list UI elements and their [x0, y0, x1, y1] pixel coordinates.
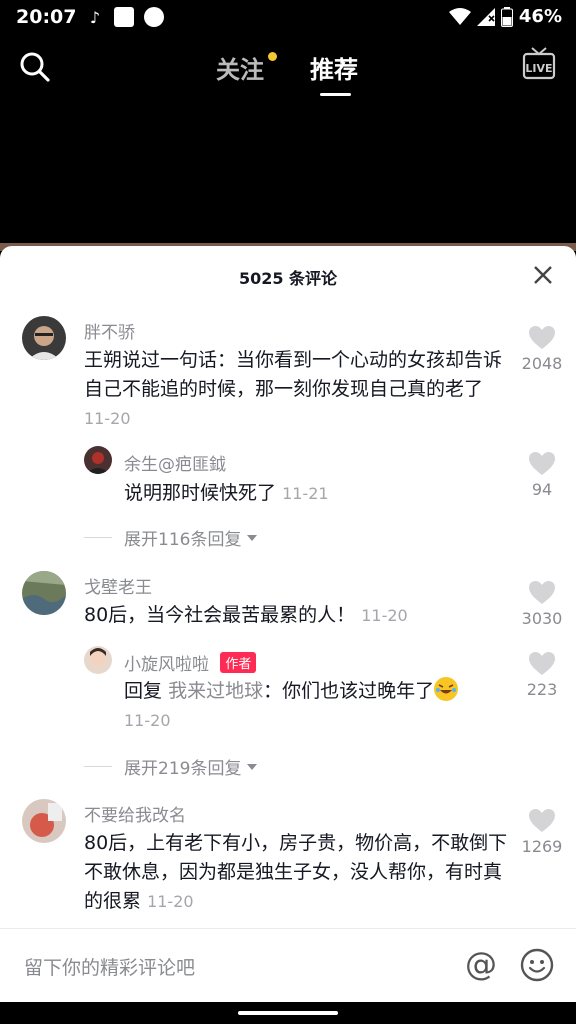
comment-date: 11-21	[282, 484, 329, 503]
comment-text: 说明那时候快死了 11-21	[124, 479, 514, 508]
system-nav-bar	[0, 1002, 576, 1024]
like-count: 94	[531, 480, 553, 499]
expand-label: 展开116条回复	[124, 530, 242, 550]
avatar[interactable]	[22, 571, 66, 615]
close-icon	[534, 266, 552, 284]
smiley-icon	[520, 948, 554, 982]
comment-date: 11-20	[84, 409, 131, 428]
status-bar: 20:07 ♪ 46%	[0, 0, 576, 36]
heart-icon	[529, 581, 555, 604]
like-button[interactable]: 1269	[518, 809, 566, 856]
at-icon: @	[465, 945, 497, 983]
comment-body: 80后，当今社会最苦最累的人！	[84, 604, 356, 626]
system-icons: 46%	[448, 6, 562, 27]
wifi-icon	[448, 7, 471, 25]
heart-icon	[529, 326, 555, 349]
top-nav: 关注 推荐 LIVE	[0, 40, 576, 100]
comment-date: 11-20	[124, 711, 171, 730]
record-icon	[144, 7, 164, 27]
avatar[interactable]	[22, 316, 66, 360]
signal-icon	[476, 7, 495, 26]
avatar[interactable]	[84, 446, 112, 474]
chevron-down-icon	[247, 763, 258, 770]
app-notification-icon	[114, 7, 134, 27]
comment-username[interactable]: 戈壁老王	[84, 573, 152, 598]
notification-icons: ♪	[86, 7, 164, 27]
author-badge: 作者	[220, 652, 257, 673]
comment-date: 11-20	[147, 892, 194, 911]
comment-username[interactable]: 余生@疤匪鉞	[124, 450, 226, 475]
new-content-dot	[268, 52, 277, 61]
like-button[interactable]: 94	[518, 452, 566, 499]
comment-body: 王朔说过一句话：当你看到一个心动的女孩却告诉自己不能追的时候，那一刻你发现自己真…	[84, 349, 503, 400]
active-tab-indicator	[320, 93, 351, 96]
search-button[interactable]	[18, 50, 54, 86]
comment-input[interactable]: 留下你的精彩评论吧	[24, 953, 195, 980]
heart-icon	[529, 809, 555, 832]
laughing-emoji-icon	[434, 677, 459, 701]
heart-icon	[529, 452, 555, 475]
live-icon: LIVE	[522, 47, 556, 80]
reply-prefix: 回复	[124, 680, 163, 702]
comment-text: 80后，上有老下有小，房子贵，物价高，不敢倒下不敢休息，因为都是独生子女，没人帮…	[84, 829, 514, 916]
chevron-down-icon	[247, 534, 258, 541]
heart-icon	[529, 652, 555, 675]
home-indicator[interactable]	[238, 1011, 338, 1015]
expand-replies-button[interactable]: 展开116条回复	[84, 525, 258, 550]
status-time: 20:07	[16, 6, 77, 28]
svg-text:LIVE: LIVE	[525, 62, 552, 75]
tab-follow[interactable]: 关注	[216, 50, 264, 85]
emoji-button[interactable]	[519, 947, 555, 983]
close-button[interactable]	[532, 264, 554, 286]
expand-replies-button[interactable]: 展开219条回复	[84, 754, 258, 779]
reply-target-user[interactable]: 我来过地球	[168, 680, 263, 702]
live-button[interactable]: LIVE	[522, 46, 556, 82]
tab-recommend[interactable]: 推荐	[310, 50, 358, 85]
battery-percent: 46%	[518, 6, 562, 27]
tiktok-icon: ♪	[89, 7, 101, 27]
comment-username[interactable]: 不要给我改名	[84, 801, 186, 826]
search-icon	[20, 52, 50, 82]
comment-text: 回复 我来过地球：你们也该过晚年了 11-20	[124, 677, 514, 735]
comment-text: 80后，当今社会最苦最累的人！ 11-20	[84, 601, 514, 630]
divider	[84, 537, 112, 538]
comment-username[interactable]: 胖不骄	[84, 318, 135, 343]
like-count: 223	[526, 680, 558, 699]
author-username[interactable]: 小旋风啦啦	[124, 655, 209, 675]
expand-label: 展开219条回复	[124, 759, 242, 779]
like-button[interactable]: 3030	[518, 581, 566, 628]
like-button[interactable]: 2048	[518, 326, 566, 373]
comment-sheet: 5025 条评论 胖不骄 王朔说过一句话：当你看到一个心动的女孩却告诉自己不能追…	[0, 246, 576, 1001]
comment-body: ：你们也该过晚年了	[263, 680, 435, 702]
divider	[84, 766, 112, 767]
comment-text: 王朔说过一句话：当你看到一个心动的女孩却告诉自己不能追的时候，那一刻你发现自己真…	[84, 346, 514, 433]
comment-date: 11-20	[361, 606, 408, 625]
comment-username: 小旋风啦啦 作者	[124, 650, 257, 675]
comment-input-bar: 留下你的精彩评论吧 @	[0, 928, 576, 1002]
avatar[interactable]	[22, 799, 66, 843]
like-count: 3030	[521, 609, 563, 628]
like-count: 1269	[521, 837, 563, 856]
comment-count-title: 5025 条评论	[238, 269, 338, 288]
mention-button[interactable]: @	[463, 947, 499, 983]
like-count: 2048	[521, 354, 563, 373]
avatar[interactable]	[84, 646, 112, 674]
battery-icon	[500, 6, 513, 27]
like-button[interactable]: 223	[518, 652, 566, 699]
comment-body: 说明那时候快死了	[124, 482, 277, 504]
